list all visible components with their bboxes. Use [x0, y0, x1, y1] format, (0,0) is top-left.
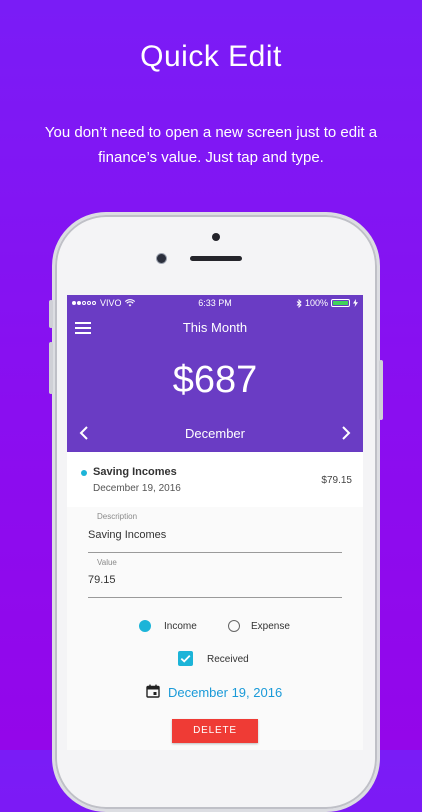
radio-income-label: Income	[164, 621, 197, 632]
delete-button[interactable]: DELETE	[172, 719, 258, 743]
date-picker-link[interactable]: December 19, 2016	[168, 685, 282, 700]
battery-icon	[331, 299, 350, 307]
description-label: Description	[97, 512, 138, 521]
phone-side-button-left-2	[49, 342, 53, 394]
description-input[interactable]: Saving Incomes	[88, 529, 166, 541]
value-label: Value	[97, 558, 117, 567]
record-date: December 19, 2016	[93, 483, 181, 494]
bluetooth-icon	[296, 298, 302, 308]
calendar-icon[interactable]	[146, 684, 160, 698]
record-status-dot	[81, 470, 87, 476]
app-header: VIVO 6:33 PM 100% This Month $687 Decemb…	[67, 295, 363, 452]
battery-percent: 100%	[304, 298, 328, 308]
record-value: $79.15	[321, 475, 352, 486]
balance-amount: $687	[172, 359, 258, 401]
promo-headline: Quick Edit	[140, 40, 282, 73]
camera-dot	[212, 233, 220, 241]
radio-expense-label: Expense	[251, 621, 290, 632]
status-bar: VIVO 6:33 PM 100%	[67, 295, 363, 311]
earpiece-speaker	[190, 256, 242, 261]
charging-icon	[353, 299, 358, 307]
record-row[interactable]	[67, 452, 363, 507]
app-screen: VIVO 6:33 PM 100% This Month $687 Decemb…	[67, 295, 363, 750]
phone-side-button-left	[49, 300, 53, 328]
received-label: Received	[207, 654, 249, 665]
value-underline	[88, 597, 342, 598]
header-title: This Month	[182, 320, 248, 335]
edit-form	[67, 507, 363, 750]
value-input[interactable]: 79.15	[88, 574, 116, 586]
description-underline	[88, 552, 342, 553]
phone-side-button-right	[379, 360, 383, 420]
received-checkbox[interactable]	[178, 651, 193, 666]
radio-expense[interactable]	[228, 620, 240, 632]
month-label: December	[185, 426, 245, 441]
radio-income[interactable]	[139, 620, 151, 632]
check-icon	[180, 654, 191, 663]
front-camera	[156, 253, 167, 264]
status-right: 100%	[296, 298, 358, 308]
chevron-right-icon[interactable]	[341, 426, 351, 440]
promo-subtext: You don’t need to open a new screen just…	[44, 124, 378, 166]
record-title: Saving Incomes	[93, 466, 177, 478]
